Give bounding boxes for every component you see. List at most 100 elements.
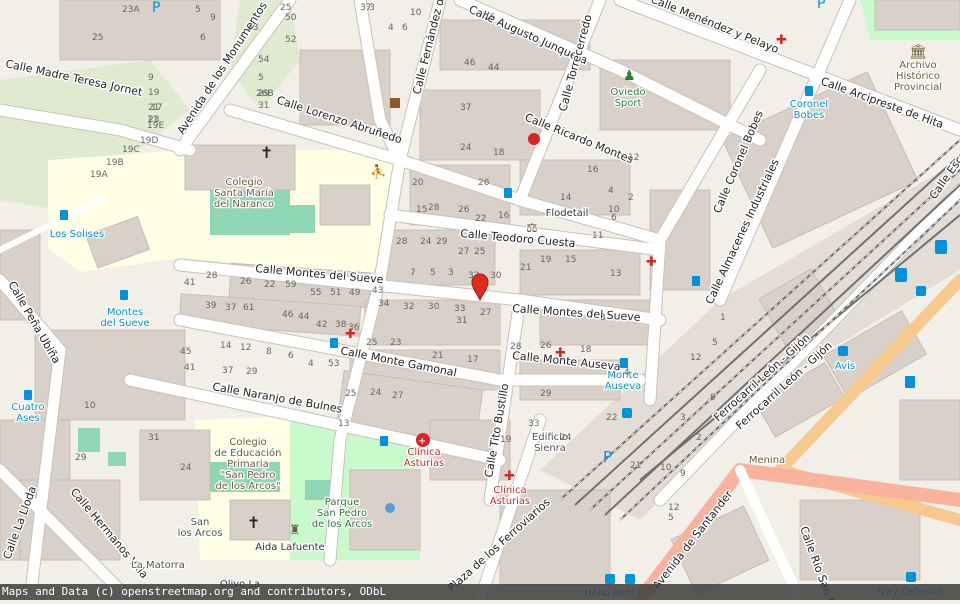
house-number: 42: [316, 320, 327, 330]
house-number: 33: [247, 23, 258, 33]
parking-icon: P: [817, 0, 825, 12]
house-number: 24: [420, 237, 432, 247]
bus-stop-icon: [906, 572, 916, 582]
fountain-icon: [385, 503, 395, 513]
house-number: 31: [258, 101, 269, 111]
poi-label: Menina: [749, 455, 785, 466]
house-number: 37: [460, 103, 471, 113]
house-number: 5: [195, 5, 201, 15]
house-number: 4: [608, 186, 614, 196]
house-number: 25: [474, 247, 485, 257]
house-number: 24: [560, 433, 572, 443]
house-number: 14: [220, 341, 232, 351]
house-number: 2: [628, 193, 634, 203]
house-number: 24: [370, 388, 382, 398]
house-number: 12: [240, 343, 251, 353]
playground-icon: ⛹: [370, 163, 386, 180]
map-svg[interactable]: Calle Madre Teresa Jornet Avenida de los…: [0, 0, 960, 604]
house-number: 18: [580, 345, 592, 355]
house-number: 39: [205, 301, 217, 311]
house-number: 7: [410, 268, 416, 278]
house-number: 46: [464, 58, 476, 68]
house-number: 19E: [147, 121, 164, 131]
pharmacy-icon: ✚: [776, 33, 787, 48]
poi-label: Flodetail: [546, 208, 589, 219]
bus-stop-icon: [692, 276, 700, 286]
house-number: 16: [498, 211, 510, 221]
house-number: 53: [328, 359, 339, 369]
poi-label: La Matorra: [131, 560, 185, 571]
poi-label: Los Solises: [50, 229, 105, 240]
house-number: 26: [458, 205, 470, 215]
house-number: 19: [148, 88, 160, 98]
poi-label: Cuatro Ases: [11, 402, 44, 424]
house-number: 27: [458, 247, 469, 257]
house-number: 21: [630, 461, 641, 471]
house-number: 11: [592, 231, 603, 241]
house-number: 19D: [140, 136, 158, 146]
house-number: 15: [416, 205, 427, 215]
house-number: 5: [668, 513, 674, 523]
house-number: 12: [628, 153, 639, 163]
pitch-4: [108, 452, 126, 466]
sport-icon: ♟: [623, 68, 636, 84]
parking-icon: P: [603, 448, 612, 466]
house-number: 50: [285, 13, 297, 23]
house-number: 22: [264, 280, 275, 290]
house-number: 13: [338, 419, 349, 429]
house-number: 25: [280, 3, 291, 13]
church-icon: ✝: [247, 513, 260, 532]
house-number: 34: [378, 299, 390, 309]
clinic-icon: [528, 133, 540, 145]
house-number: 30: [490, 271, 502, 281]
car-rental-icon: [625, 574, 635, 584]
church-icon: ✝: [260, 143, 273, 162]
house-number: 2: [696, 433, 702, 443]
house-number: 29: [75, 453, 87, 463]
house-number: 17: [467, 355, 478, 365]
house-number: 10: [660, 463, 672, 473]
pharmacy-icon: ✚: [646, 255, 657, 270]
house-number: 4: [388, 23, 394, 33]
house-number: 25: [366, 338, 377, 348]
house-number: 1: [720, 313, 726, 323]
house-number: 37: [222, 366, 233, 376]
poi-label: Monte Auseva: [605, 370, 642, 392]
house-number: 45: [180, 347, 191, 357]
house-number: 61: [243, 303, 254, 313]
library-icon: [390, 98, 400, 108]
pharmacy-icon: ✚: [345, 327, 356, 342]
poi-label: Archivo Histórico Provincial: [894, 60, 942, 93]
house-number: 28: [428, 203, 440, 213]
pitch-3: [78, 428, 100, 452]
house-number: 26B: [256, 89, 274, 99]
bus-stop-icon: [120, 290, 128, 300]
house-number: 30: [428, 302, 440, 312]
car-rental-icon: [838, 346, 848, 356]
poi-label: Coronel Bobes: [790, 99, 828, 121]
map-canvas[interactable]: Calle Madre Teresa Jornet Avenida de los…: [0, 0, 960, 604]
house-number: 15: [565, 255, 576, 265]
house-number: 28: [510, 342, 522, 352]
house-number: 26: [540, 341, 552, 351]
house-number: 4: [624, 368, 630, 378]
house-number: 9: [148, 73, 154, 83]
house-number: 43: [372, 286, 383, 296]
house-number: 17: [151, 103, 162, 113]
house-number: 29: [436, 237, 448, 247]
house-number: 24: [460, 143, 472, 153]
pharmacy-icon: ✚: [555, 346, 566, 361]
house-number: 10: [84, 401, 96, 411]
house-number: 26: [240, 277, 252, 287]
house-number: 29: [246, 367, 258, 377]
bus-stop-icon: [805, 86, 813, 96]
house-number: 6: [200, 33, 206, 43]
house-number: 23: [390, 338, 401, 348]
house-number: 25: [92, 33, 103, 43]
house-number: 37: [225, 303, 236, 313]
house-number: 10: [410, 8, 422, 18]
house-number: 19: [540, 255, 552, 265]
house-number: 33: [454, 304, 465, 314]
house-number: 19A: [90, 170, 108, 180]
house-number: 44: [298, 312, 310, 322]
